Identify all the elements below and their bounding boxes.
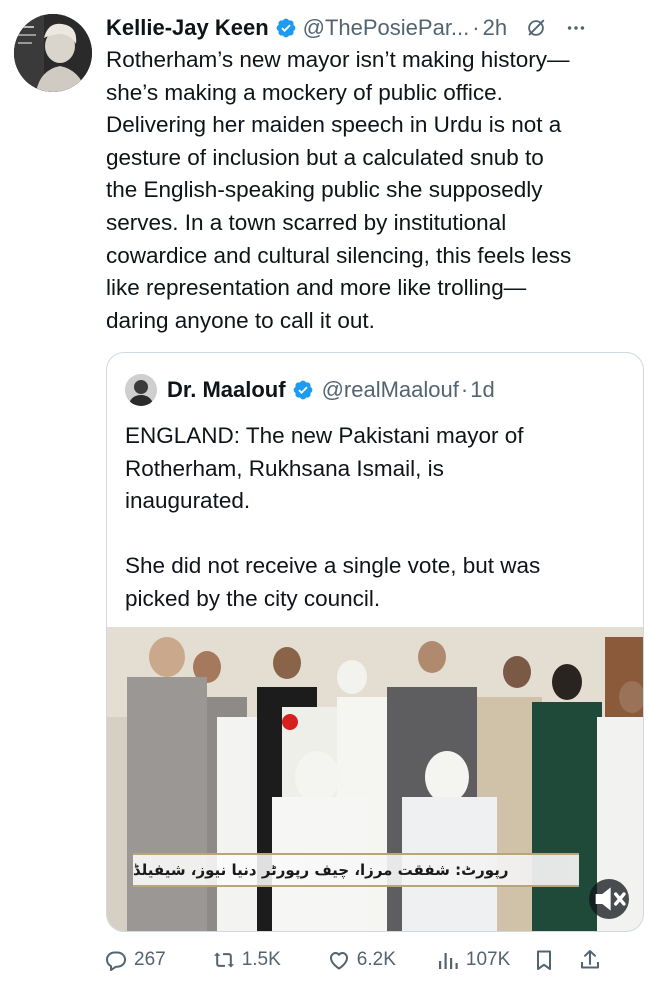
like-button[interactable]: 6.2K (327, 948, 396, 972)
verified-badge-icon (276, 18, 296, 38)
repost-button[interactable]: 1.5K (212, 948, 281, 972)
quoted-tweet[interactable]: Dr. Maalouf @realMaalouf · 1d ENGLAND: T… (106, 352, 644, 932)
reply-icon (106, 951, 126, 971)
tweet-actions: 267 1.5K 6.2K 107K (104, 942, 644, 978)
view-count: 107K (465, 949, 511, 970)
like-icon (329, 952, 348, 970)
mute-icon (595, 887, 626, 911)
share-button[interactable] (578, 948, 602, 972)
author-avatar[interactable] (14, 14, 92, 92)
separator-dot: · (460, 377, 469, 402)
quoted-author-name: Dr. Maalouf (167, 377, 286, 402)
mute-button[interactable] (589, 879, 629, 919)
quoted-tweet-header: Dr. Maalouf @realMaalouf · 1d (125, 374, 495, 406)
quoted-tweet-text: ENGLAND: The new Pakistani mayor of Roth… (125, 423, 541, 611)
grok-icon[interactable] (525, 17, 547, 39)
author-name[interactable]: Kellie-Jay Keen (106, 15, 269, 41)
tweet-text: Rotherham’s new mayor isn’t making histo… (106, 47, 572, 333)
tweet-time[interactable]: 2h (483, 15, 507, 41)
author-handle[interactable]: @ThePosiePar... (303, 15, 470, 41)
quoted-author-handle: @realMaalouf (321, 377, 459, 402)
like-count: 6.2K (356, 949, 396, 970)
video-caption: رپورٹ: شفقت مرزا، چیف رپورٹر دنیا نیوز، … (133, 853, 579, 887)
video-media[interactable]: رپورٹ: شفقت مرزا، چیف رپورٹر دنیا نیوز، … (107, 627, 643, 931)
repost-count: 1.5K (241, 949, 281, 970)
quoted-author-avatar (125, 374, 157, 406)
verified-badge-icon (293, 380, 312, 400)
bookmark-button[interactable] (532, 948, 556, 972)
quoted-tweet-time: 1d (470, 377, 495, 402)
share-icon (581, 950, 600, 969)
views-icon (438, 953, 458, 969)
separator-dot: · (472, 15, 480, 40)
reply-count: 267 (134, 949, 166, 970)
tweet-header: Kellie-Jay Keen @ThePosiePar... · 2h (106, 12, 644, 44)
views-button[interactable]: 107K (436, 948, 510, 972)
bookmark-icon (537, 950, 552, 970)
repost-icon (213, 952, 234, 968)
reply-button[interactable]: 267 (104, 948, 166, 972)
more-icon[interactable] (565, 17, 587, 39)
